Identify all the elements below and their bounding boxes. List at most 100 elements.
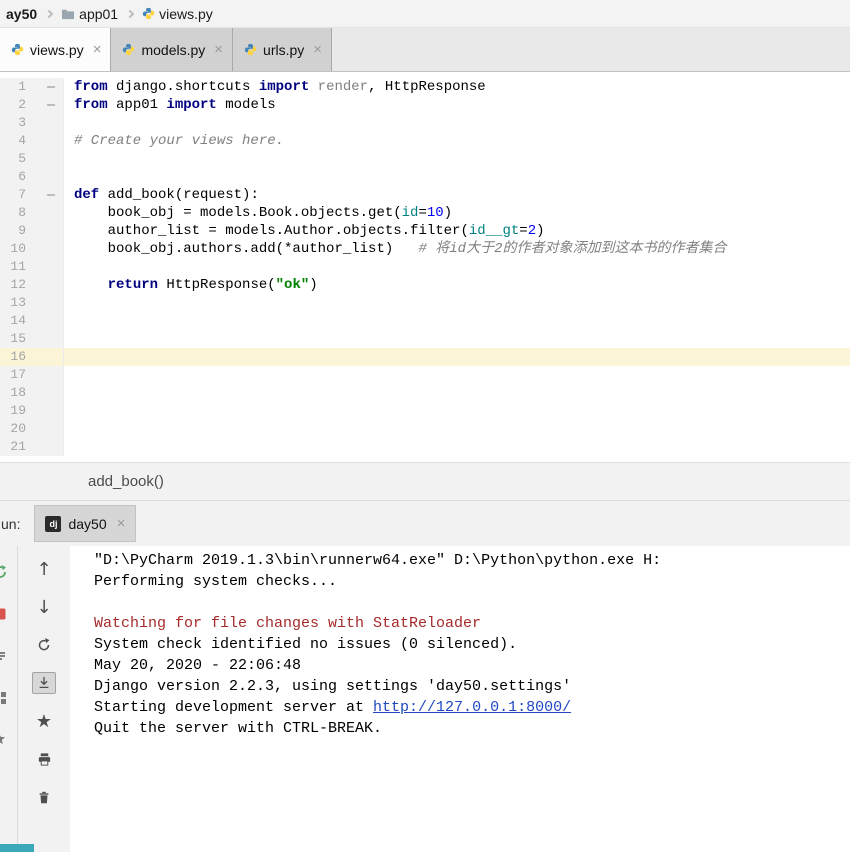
code-token: models — [217, 97, 276, 113]
line-number: 2 — [0, 96, 26, 114]
run-tab-day50[interactable]: dj day50 × — [34, 505, 136, 542]
run-tab-label: day50 — [68, 516, 106, 532]
down-arrow-icon[interactable]: ↓ — [32, 596, 56, 618]
fold-marker — [26, 258, 62, 276]
editor-tab-views-py[interactable]: views.py× — [0, 28, 111, 71]
breadcrumb-item-views-py[interactable]: views.py — [138, 6, 217, 22]
editor-gutter: 1 — [0, 78, 64, 96]
editor-gutter: 9 — [0, 222, 64, 240]
code-token: book_obj.authors.add(*author_list) — [74, 241, 418, 257]
code-line-5[interactable]: 5 — [0, 150, 850, 168]
rerun-icon[interactable] — [32, 634, 56, 656]
stop-icon[interactable] — [0, 606, 8, 622]
fold-marker — [26, 276, 62, 294]
code-line-4[interactable]: 4# Create your views here. — [0, 132, 850, 150]
code-token: ) — [444, 205, 452, 221]
code-line-18[interactable]: 18 — [0, 384, 850, 402]
code-line-12[interactable]: 12 return HttpResponse("ok") — [0, 276, 850, 294]
console-line: Performing system checks... — [94, 571, 850, 592]
code-text — [64, 438, 74, 456]
console-text: Starting development server at — [94, 699, 373, 716]
star-icon[interactable]: ★ — [32, 710, 56, 732]
console-line: Watching for file changes with StatReloa… — [94, 613, 850, 634]
line-number: 16 — [0, 348, 26, 366]
code-token: django.shortcuts — [108, 79, 259, 95]
trash-icon[interactable] — [32, 786, 56, 808]
code-text: # Create your views here. — [64, 132, 284, 150]
code-line-19[interactable]: 19 — [0, 402, 850, 420]
fold-marker[interactable] — [26, 78, 62, 96]
console-line — [94, 592, 850, 613]
code-token: = — [519, 223, 527, 239]
code-line-9[interactable]: 9 author_list = models.Author.objects.fi… — [0, 222, 850, 240]
code-line-1[interactable]: 1 from django.shortcuts import render, Ht… — [0, 78, 850, 96]
editor-gutter: 21 — [0, 438, 64, 456]
grid-icon[interactable] — [0, 690, 8, 706]
editor-tab-models-py[interactable]: models.py× — [111, 28, 233, 71]
editor-tab-urls-py[interactable]: urls.py× — [233, 28, 332, 71]
fold-marker — [26, 132, 62, 150]
fold-marker[interactable] — [26, 96, 62, 114]
printer-icon[interactable] — [32, 748, 56, 770]
code-line-10[interactable]: 10 book_obj.authors.add(*author_list) # … — [0, 240, 850, 258]
run-main-toolbar — [0, 546, 18, 852]
code-text: from django.shortcuts import render, Htt… — [64, 78, 486, 96]
list-icon[interactable] — [0, 648, 8, 664]
fold-marker[interactable] — [26, 186, 62, 204]
code-line-11[interactable]: 11 — [0, 258, 850, 276]
breadcrumb-item-app01[interactable]: app01 — [57, 6, 122, 22]
scroll-to-end-icon[interactable] — [32, 672, 56, 694]
code-text — [64, 150, 74, 168]
code-line-17[interactable]: 17 — [0, 366, 850, 384]
python-icon — [142, 7, 155, 20]
code-editor[interactable]: 1 from django.shortcuts import render, Ht… — [0, 72, 850, 462]
code-line-13[interactable]: 13 — [0, 294, 850, 312]
code-token: author_list = models.Author.objects.filt… — [74, 223, 469, 239]
editor-gutter: 20 — [0, 420, 64, 438]
code-line-21[interactable]: 21 — [0, 438, 850, 456]
code-token: import — [259, 79, 309, 95]
code-token: app01 — [108, 97, 167, 113]
line-number: 19 — [0, 402, 26, 420]
code-line-16[interactable]: 16 — [0, 348, 850, 366]
rerun-run-icon[interactable] — [0, 564, 8, 580]
line-number: 1 — [0, 78, 26, 96]
console-toolbar: ↑ ↓ ★ — [18, 546, 70, 852]
code-token: def — [74, 187, 99, 203]
tab-close-icon[interactable]: × — [117, 515, 126, 532]
breadcrumb-label: app01 — [79, 6, 118, 22]
fold-marker — [26, 402, 62, 420]
code-text: author_list = models.Author.objects.filt… — [64, 222, 545, 240]
code-line-14[interactable]: 14 — [0, 312, 850, 330]
up-arrow-icon[interactable]: ↑ — [32, 558, 56, 580]
code-text — [64, 114, 74, 132]
tab-close-icon[interactable]: × — [313, 41, 322, 58]
code-token: "ok" — [276, 277, 310, 293]
code-token: add_book(request): — [99, 187, 259, 203]
pin-star-icon[interactable] — [0, 732, 8, 748]
code-token: ) — [536, 223, 544, 239]
code-line-8[interactable]: 8 book_obj = models.Book.objects.get(id=… — [0, 204, 850, 222]
tab-close-icon[interactable]: × — [214, 41, 223, 58]
code-text: book_obj.authors.add(*author_list) # 将id… — [64, 240, 726, 258]
server-url-link[interactable]: http://127.0.0.1:8000/ — [373, 699, 571, 716]
run-console-output[interactable]: "D:\PyCharm 2019.1.3\bin\runnerw64.exe" … — [70, 546, 850, 852]
editor-gutter: 18 — [0, 384, 64, 402]
breadcrumb-item-ay50[interactable]: ay50 — [2, 6, 41, 22]
editor-gutter: 7 — [0, 186, 64, 204]
code-line-6[interactable]: 6 — [0, 168, 850, 186]
fold-marker — [26, 114, 62, 132]
code-line-7[interactable]: 7 def add_book(request): — [0, 186, 850, 204]
code-text — [64, 366, 74, 384]
fold-marker — [26, 312, 62, 330]
code-text — [64, 402, 74, 420]
code-line-20[interactable]: 20 — [0, 420, 850, 438]
editor-gutter: 3 — [0, 114, 64, 132]
tab-close-icon[interactable]: × — [93, 41, 102, 58]
code-token: 2 — [528, 223, 536, 239]
console-line: "D:\PyCharm 2019.1.3\bin\runnerw64.exe" … — [94, 550, 850, 571]
code-line-2[interactable]: 2from app01 import models — [0, 96, 850, 114]
code-line-3[interactable]: 3 — [0, 114, 850, 132]
console-text: Watching for file changes with StatReloa… — [94, 615, 481, 632]
code-line-15[interactable]: 15 — [0, 330, 850, 348]
